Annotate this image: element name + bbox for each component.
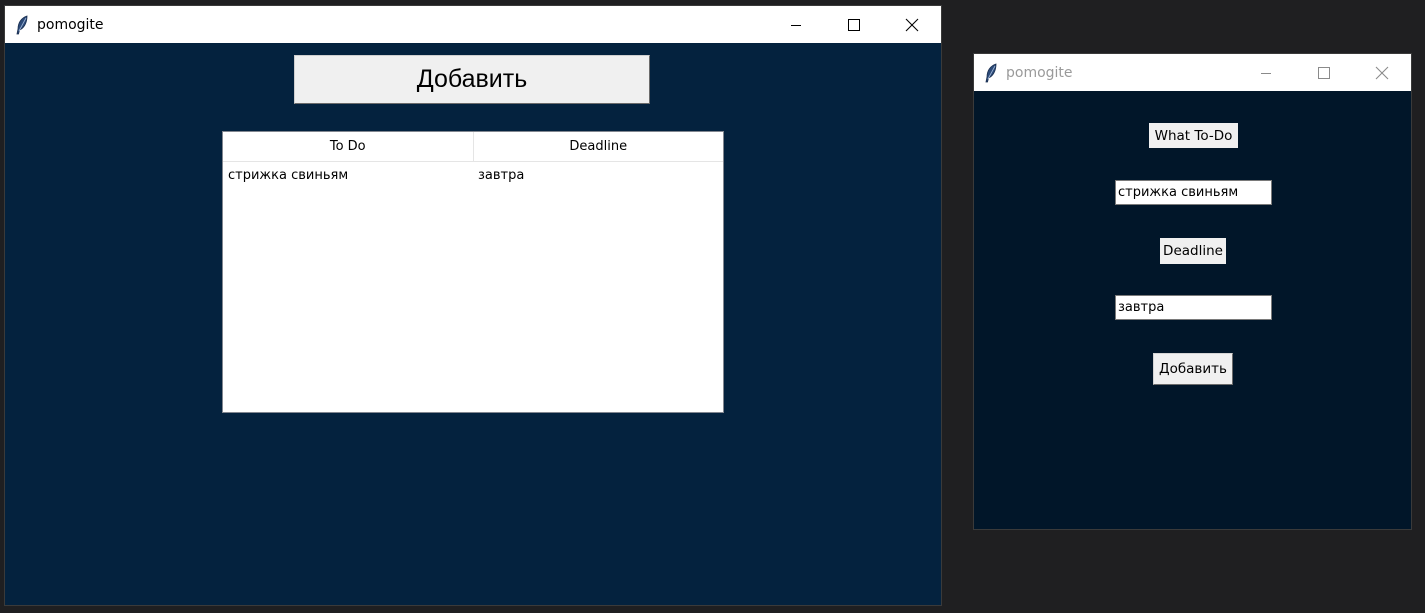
- add-button[interactable]: Добавить: [294, 55, 650, 104]
- table-cell-todo: стрижка свиньям: [228, 167, 349, 183]
- table-row[interactable]: стрижка свиньям завтра: [223, 162, 723, 188]
- todo-label: What To-Do: [1149, 123, 1238, 148]
- form-window-title: pomogite: [1006, 64, 1073, 81]
- minimize-icon[interactable]: [1237, 54, 1295, 91]
- form-window: pomogite What To-Do Deadline Добавить: [973, 53, 1412, 530]
- maximize-icon[interactable]: [1295, 54, 1353, 91]
- maximize-icon[interactable]: [825, 6, 883, 43]
- column-header-deadline[interactable]: Deadline: [472, 132, 724, 161]
- minimize-icon[interactable]: [767, 6, 825, 43]
- main-window-content: Добавить To Do Deadline стрижка свиньям …: [5, 43, 941, 605]
- deadline-input[interactable]: [1115, 295, 1272, 320]
- main-window-title: pomogite: [37, 16, 104, 33]
- close-icon[interactable]: [1353, 54, 1411, 91]
- deadline-label: Deadline: [1160, 238, 1226, 264]
- main-window: pomogite Добавить To Do Deadline стрижка…: [4, 5, 942, 606]
- table-header: To Do Deadline: [223, 132, 723, 162]
- table-cell-deadline: завтра: [478, 167, 525, 183]
- feather-icon: [976, 54, 1006, 91]
- form-window-controls: [1237, 54, 1411, 91]
- close-icon[interactable]: [883, 6, 941, 43]
- main-title-bar[interactable]: pomogite: [5, 6, 941, 43]
- todo-input[interactable]: [1115, 180, 1272, 205]
- todo-table[interactable]: To Do Deadline стрижка свиньям завтра: [222, 131, 724, 413]
- form-title-bar[interactable]: pomogite: [974, 54, 1411, 91]
- feather-icon: [7, 6, 37, 43]
- main-window-controls: [767, 6, 941, 43]
- form-window-content: What To-Do Deadline Добавить: [974, 91, 1411, 529]
- column-header-todo[interactable]: To Do: [223, 132, 473, 161]
- form-add-button[interactable]: Добавить: [1153, 353, 1233, 385]
